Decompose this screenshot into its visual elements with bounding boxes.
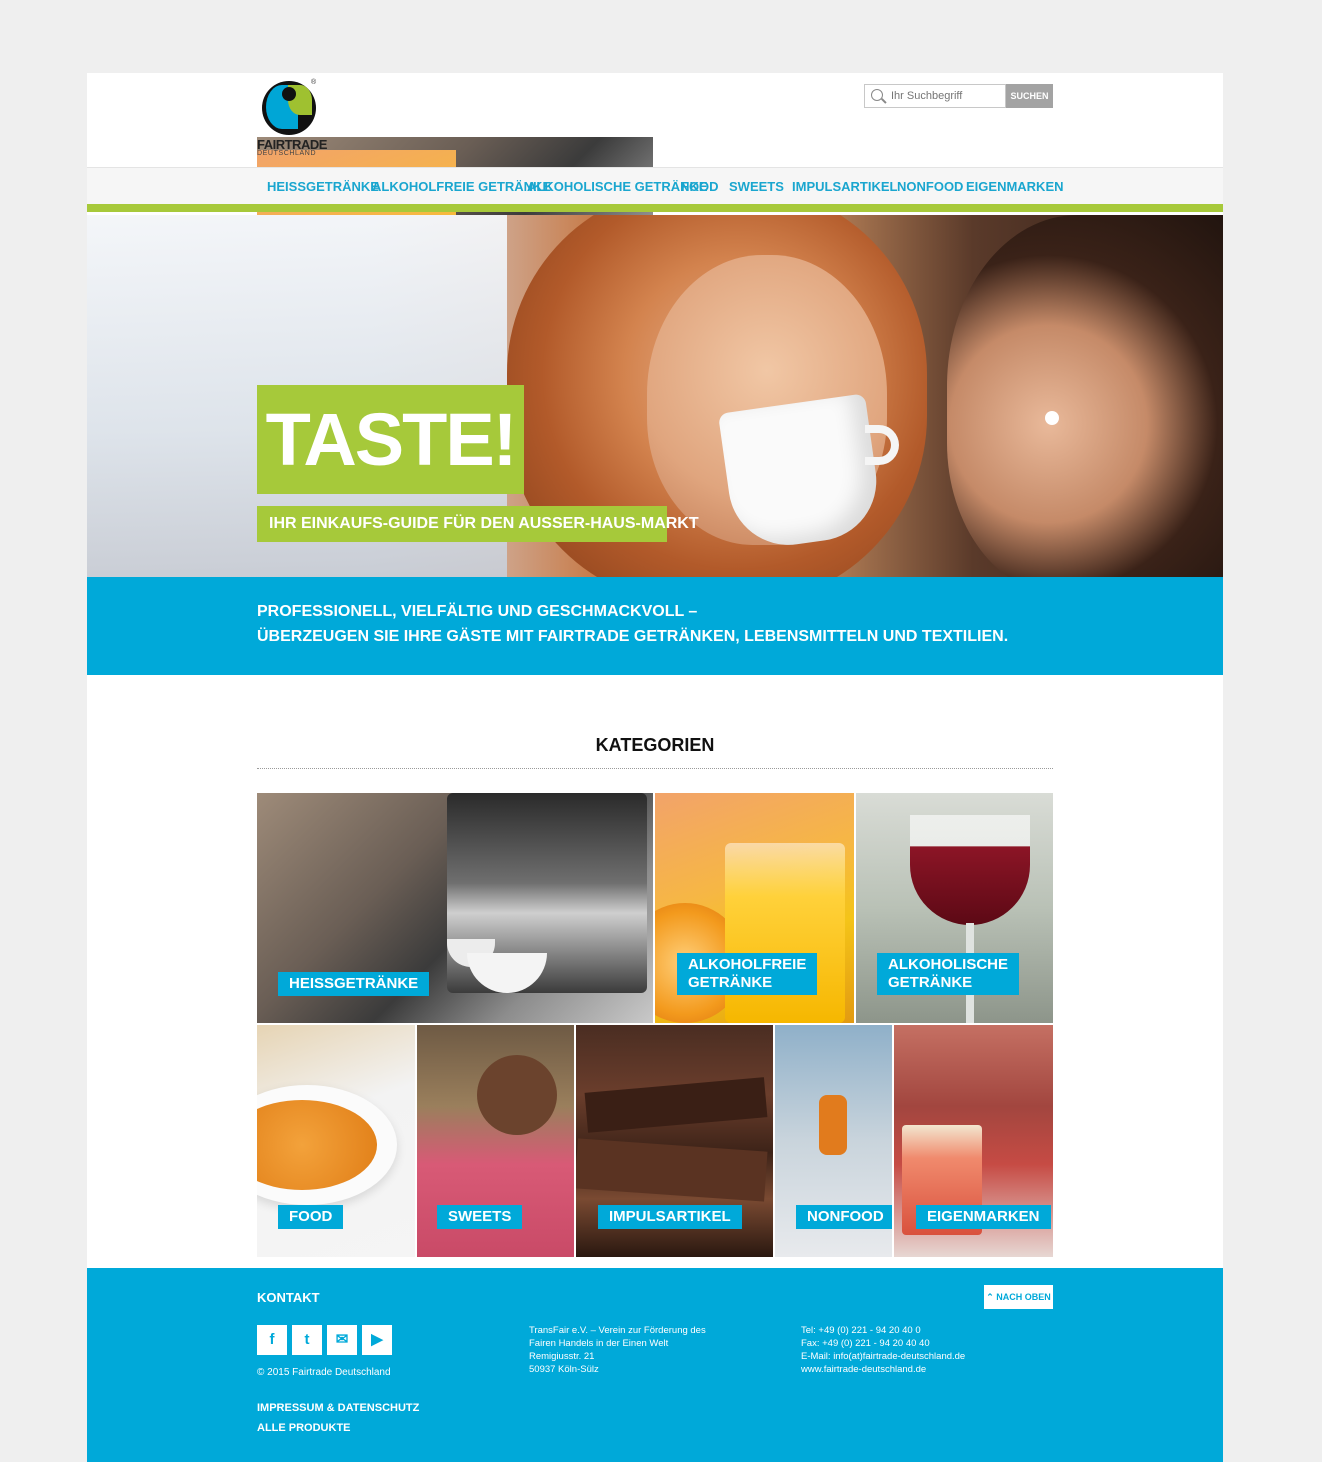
hero-subtitle: IHR EINKAUFS-GUIDE FÜR DEN AUSSER-HAUS-M… <box>257 506 699 542</box>
juice-glass-image <box>725 843 845 1023</box>
address-line: TransFair e.V. – Verein zur Förderung de… <box>529 1325 706 1336</box>
search-input[interactable] <box>891 88 1001 104</box>
nav-item-impulsartikel[interactable]: IMPULSARTIKEL <box>792 179 897 194</box>
category-label: IMPULSARTIKEL <box>598 1205 742 1229</box>
footer-link-alle-produkte[interactable]: ALLE PRODUKTE <box>257 1422 351 1434</box>
page: ® FAIRTRADE DEUTSCHLAND SUCHEN HEISSGETR… <box>87 73 1223 1462</box>
main-nav: HEISSGETRÄNKE ALKOHOLFREIE GETRÄNKE ALKO… <box>87 167 1223 204</box>
facebook-icon[interactable]: f <box>257 1325 287 1355</box>
category-label-line: GETRÄNKE <box>688 974 773 991</box>
address-line: 50937 Köln-Sülz <box>529 1364 599 1375</box>
contact-phone: Tel: +49 (0) 221 - 94 20 40 0 <box>801 1325 921 1336</box>
category-label: SWEETS <box>437 1205 523 1229</box>
back-to-top-button[interactable]: ⌃ NACH OBEN <box>984 1285 1053 1309</box>
intro-band: PROFESSIONELL, VIELFÄLTIG UND GESCHMACKV… <box>87 577 1223 675</box>
category-label: ALKOHOLISCHE GETRÄNKE <box>877 953 1019 995</box>
contact-email[interactable]: E-Mail: info(at)fairtrade-deutschland.de <box>801 1350 965 1363</box>
search-icon <box>871 89 883 101</box>
nav-item-alkoholfreie-getraenke[interactable]: ALKOHOLFREIE GETRÄNKE <box>372 179 551 194</box>
category-label: ALKOHOLFREIE GETRÄNKE <box>677 953 818 995</box>
nav-item-eigenmarken[interactable]: EIGENMARKEN <box>966 179 1064 194</box>
category-tile-nonfood[interactable]: NONFOOD <box>775 1025 892 1257</box>
search-box[interactable] <box>864 84 1006 108</box>
categories-title: KATEGORIEN <box>595 735 715 755</box>
footer-contact: Tel: +49 (0) 221 - 94 20 40 0 Fax: +49 (… <box>801 1324 965 1376</box>
address-line: Remigiusstr. 21 <box>529 1351 595 1362</box>
hero-photo-woman-2 <box>947 215 1223 577</box>
cotton-worker-image <box>819 1095 847 1155</box>
categories-divider <box>257 768 1053 769</box>
category-tile-heissgetraenke[interactable]: HEISSGETRÄNKE <box>257 793 653 1023</box>
category-tile-sweets[interactable]: SWEETS <box>417 1025 574 1257</box>
site-footer: KONTAKT ⌃ NACH OBEN f t ✉ ▶ © 2015 Fairt… <box>87 1268 1223 1462</box>
nav-item-nonfood[interactable]: NONFOOD <box>897 179 963 194</box>
nav-item-food[interactable]: FOOD <box>681 179 719 194</box>
category-tile-impulsartikel[interactable]: IMPULSARTIKEL <box>576 1025 773 1257</box>
wine-glass-image <box>910 815 1030 925</box>
hero-banner: TASTE! IHR EINKAUFS-GUIDE FÜR DEN AUSSER… <box>87 215 1223 577</box>
contact-fax: Fax: +49 (0) 221 - 94 20 40 40 <box>801 1338 930 1349</box>
category-label: NONFOOD <box>796 1205 892 1229</box>
back-to-top-label: NACH OBEN <box>996 1292 1051 1302</box>
registered-icon: ® <box>311 79 317 86</box>
chevron-up-icon: ⌃ <box>986 1292 994 1302</box>
search-button[interactable]: SUCHEN <box>1006 84 1053 108</box>
logo-mark-icon <box>262 81 316 135</box>
category-label-line: ALKOHOLFREIE <box>688 956 807 973</box>
nav-accent-bar <box>87 204 1223 212</box>
category-label-line: GETRÄNKE <box>888 974 973 991</box>
fairtrade-logo[interactable]: ® FAIRTRADE DEUTSCHLAND <box>257 79 653 380</box>
mail-icon[interactable]: ✉ <box>327 1325 357 1355</box>
intro-line-1: PROFESSIONELL, VIELFÄLTIG UND GESCHMACKV… <box>257 603 698 620</box>
intro-line-2: ÜBERZEUGEN SIE IHRE GÄSTE MIT FAIRTRADE … <box>257 628 1009 645</box>
category-tile-alkoholische-getraenke[interactable]: ALKOHOLISCHE GETRÄNKE <box>856 793 1053 1023</box>
hero-title: TASTE! <box>257 385 524 494</box>
category-label: EIGENMARKEN <box>916 1205 1051 1229</box>
nav-item-sweets[interactable]: SWEETS <box>729 179 784 194</box>
category-tile-alkoholfreie-getraenke[interactable]: ALKOHOLFREIE GETRÄNKE <box>655 793 854 1023</box>
category-label-line: ALKOHOLISCHE <box>888 956 1008 973</box>
footer-contact-title: KONTAKT <box>257 1290 320 1305</box>
footer-address: TransFair e.V. – Verein zur Förderung de… <box>529 1324 706 1376</box>
category-tile-eigenmarken[interactable]: EIGENMARKEN <box>894 1025 1053 1257</box>
contact-website[interactable]: www.fairtrade-deutschland.de <box>801 1363 965 1376</box>
site-header: ® FAIRTRADE DEUTSCHLAND SUCHEN <box>87 73 1223 380</box>
category-tile-food[interactable]: FOOD <box>257 1025 415 1257</box>
youtube-icon[interactable]: ▶ <box>362 1325 392 1355</box>
address-line: Fairen Handels in der Einen Welt <box>529 1338 669 1349</box>
twitter-icon[interactable]: t <box>292 1325 322 1355</box>
footer-link-impressum[interactable]: IMPRESSUM & DATENSCHUTZ <box>257 1402 419 1414</box>
chocolate-bar-image <box>584 1077 768 1133</box>
copyright: © 2015 Fairtrade Deutschland <box>257 1367 391 1378</box>
nav-item-heissgetraenke[interactable]: HEISSGETRÄNKE <box>267 179 379 194</box>
category-label: HEISSGETRÄNKE <box>278 972 430 996</box>
woman-eating-image <box>477 1055 557 1135</box>
category-label: FOOD <box>278 1205 344 1229</box>
